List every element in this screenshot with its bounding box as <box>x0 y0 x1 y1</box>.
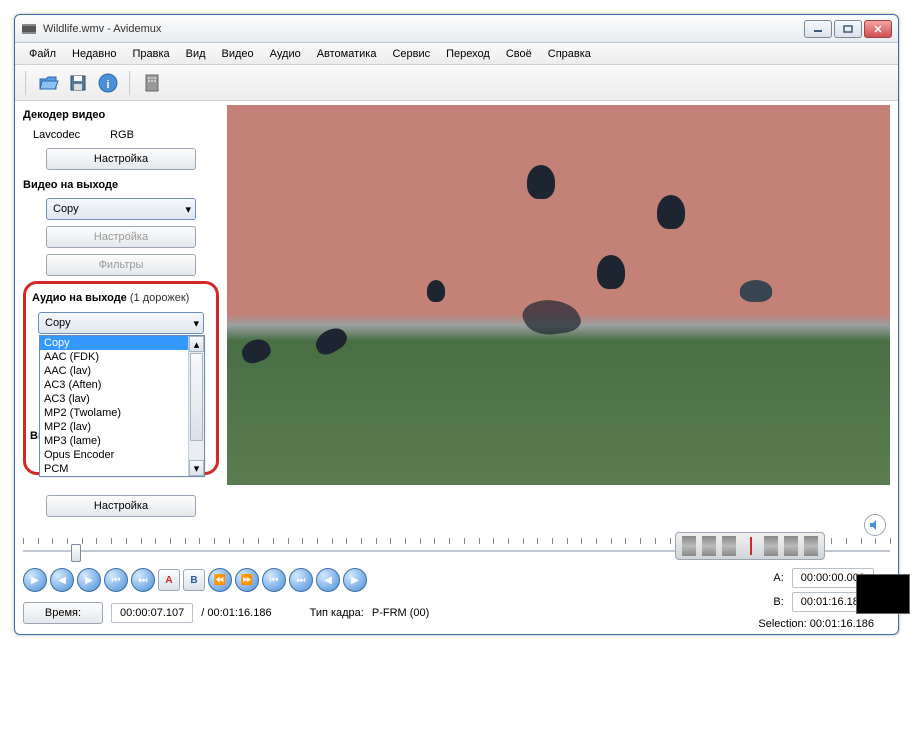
audio-option-mp2-twolame[interactable]: MP2 (Twolame) <box>40 406 204 420</box>
audio-codec-dropdown: Copy AAC (FDK) AAC (lav) AC3 (Aften) AC3… <box>39 335 205 477</box>
audio-option-mp2-lav[interactable]: MP2 (lav) <box>40 420 204 434</box>
audio-option-copy[interactable]: Copy <box>40 336 204 350</box>
scroll-down-icon[interactable]: ▾ <box>189 460 204 476</box>
svg-text:i: i <box>106 79 109 91</box>
menu-video[interactable]: Видео <box>214 45 262 63</box>
selection-panel: A: 00:00:00.000 B: 00:01:16.186 Selectio… <box>620 532 880 630</box>
play-button[interactable]: ▶ <box>23 568 47 592</box>
menu-edit[interactable]: Правка <box>124 45 177 63</box>
video-codec-value: Copy <box>53 203 79 215</box>
frame-type-value: P-FRM (00) <box>372 607 429 619</box>
save-button[interactable] <box>65 70 91 96</box>
calc-button[interactable] <box>139 70 165 96</box>
scroll-up-icon[interactable]: ▴ <box>189 336 204 352</box>
menu-recent[interactable]: Недавно <box>64 45 124 63</box>
window-controls <box>804 20 892 38</box>
playback-controls: ▶ ◀ ▶ ⏮ ⏭ A B ⏪ ⏩ ⏮ ⏭ ◀ ▶ <box>23 568 367 592</box>
selection-label: Selection: 00:01:16.186 <box>620 618 874 630</box>
window-title: Wildlife.wmv - Avidemux <box>43 23 804 35</box>
menu-go[interactable]: Переход <box>438 45 498 63</box>
decoder-lavcodec: Lavcodec <box>33 129 80 141</box>
rewind-button[interactable]: ⏮ <box>104 568 128 592</box>
time-total: / 00:01:16.186 <box>201 607 271 619</box>
volume-panel <box>864 514 886 540</box>
video-filters-button: Фильтры <box>46 254 196 276</box>
menu-custom[interactable]: Своё <box>498 45 540 63</box>
speaker-icon[interactable] <box>864 514 886 536</box>
prev-button[interactable]: ◀ <box>50 568 74 592</box>
info-button[interactable]: i <box>95 70 121 96</box>
scroll-thumb[interactable] <box>190 353 203 441</box>
jog-wheel[interactable] <box>675 532 825 560</box>
frame-type-label: Тип кадра: <box>310 607 364 619</box>
decoder-settings-button[interactable]: Настройка <box>46 148 196 170</box>
titlebar: Wildlife.wmv - Avidemux <box>15 15 898 43</box>
next-keyframe-button[interactable]: ⏩ <box>235 568 259 592</box>
mark-a-button[interactable]: A <box>158 569 180 591</box>
goto-end-button[interactable]: ⏭ <box>289 568 313 592</box>
menu-view[interactable]: Вид <box>178 45 214 63</box>
app-icon <box>21 21 37 37</box>
minimize-button[interactable] <box>804 20 832 38</box>
audio-out-title: Аудио на выходе (1 дорожек) <box>32 288 210 306</box>
audio-option-aac-fdk[interactable]: AAC (FDK) <box>40 350 204 364</box>
video-out-title: Видео на выходе <box>23 175 219 193</box>
audio-option-ac3-aften[interactable]: AC3 (Aften) <box>40 378 204 392</box>
timeline-thumb[interactable] <box>71 544 81 562</box>
audio-option-aac-lav[interactable]: AAC (lav) <box>40 364 204 378</box>
chevron-down-icon: ▾ <box>185 203 191 216</box>
chevron-down-icon: ▾ <box>193 317 199 330</box>
prev-black-button[interactable]: ◀ <box>316 568 340 592</box>
audio-codec-select[interactable]: Copy ▾ Copy AAC (FDK) AAC (lav) AC3 (Aft… <box>38 312 204 334</box>
close-button[interactable] <box>864 20 892 38</box>
thumbnail-preview <box>856 574 910 614</box>
video-settings-button: Настройка <box>46 226 196 248</box>
audio-out-highlight: Аудио на выходе (1 дорожек) Copy ▾ Copy … <box>23 281 219 475</box>
app-window: Wildlife.wmv - Avidemux Файл Недавно Пра… <box>14 14 899 635</box>
toolbar-separator <box>25 71 27 95</box>
decoder-rgb: RGB <box>110 129 134 141</box>
audio-option-mp3-lame[interactable]: MP3 (lame) <box>40 434 204 448</box>
video-codec-select[interactable]: Copy ▾ <box>46 198 196 220</box>
dropdown-scrollbar[interactable]: ▴ ▾ <box>188 336 204 476</box>
toolbar: i <box>15 65 898 101</box>
prev-keyframe-button[interactable]: ⏪ <box>208 568 232 592</box>
menu-file[interactable]: Файл <box>21 45 64 63</box>
mark-a-label: A: <box>773 572 783 584</box>
audio-option-pcm[interactable]: PCM <box>40 462 204 476</box>
open-button[interactable] <box>35 70 61 96</box>
audio-option-ac3-lav[interactable]: AC3 (lav) <box>40 392 204 406</box>
bottom-settings-button[interactable]: Настройка <box>46 495 196 517</box>
menu-help[interactable]: Справка <box>540 45 599 63</box>
time-button[interactable]: Время: <box>23 602 103 624</box>
menu-auto[interactable]: Автоматика <box>309 45 385 63</box>
goto-start-button[interactable]: ⏮ <box>262 568 286 592</box>
menu-service[interactable]: Сервис <box>384 45 438 63</box>
decoder-section-title: Декодер видео <box>23 105 219 123</box>
menu-audio[interactable]: Аудио <box>262 45 309 63</box>
mark-b-label: B: <box>773 596 783 608</box>
forward-button[interactable]: ⏭ <box>131 568 155 592</box>
menubar: Файл Недавно Правка Вид Видео Аудио Авто… <box>15 43 898 65</box>
maximize-button[interactable] <box>834 20 862 38</box>
sidebar: Декодер видео Lavcodec RGB Настройка Вид… <box>23 105 219 518</box>
toolbar-separator <box>129 71 131 95</box>
audio-option-opus[interactable]: Opus Encoder <box>40 448 204 462</box>
next-button[interactable]: ▶ <box>77 568 101 592</box>
audio-codec-value: Copy <box>45 317 71 329</box>
video-preview <box>227 105 890 485</box>
next-black-button[interactable]: ▶ <box>343 568 367 592</box>
time-current-field[interactable]: 00:00:07.107 <box>111 603 193 623</box>
mark-b-button[interactable]: B <box>183 569 205 591</box>
